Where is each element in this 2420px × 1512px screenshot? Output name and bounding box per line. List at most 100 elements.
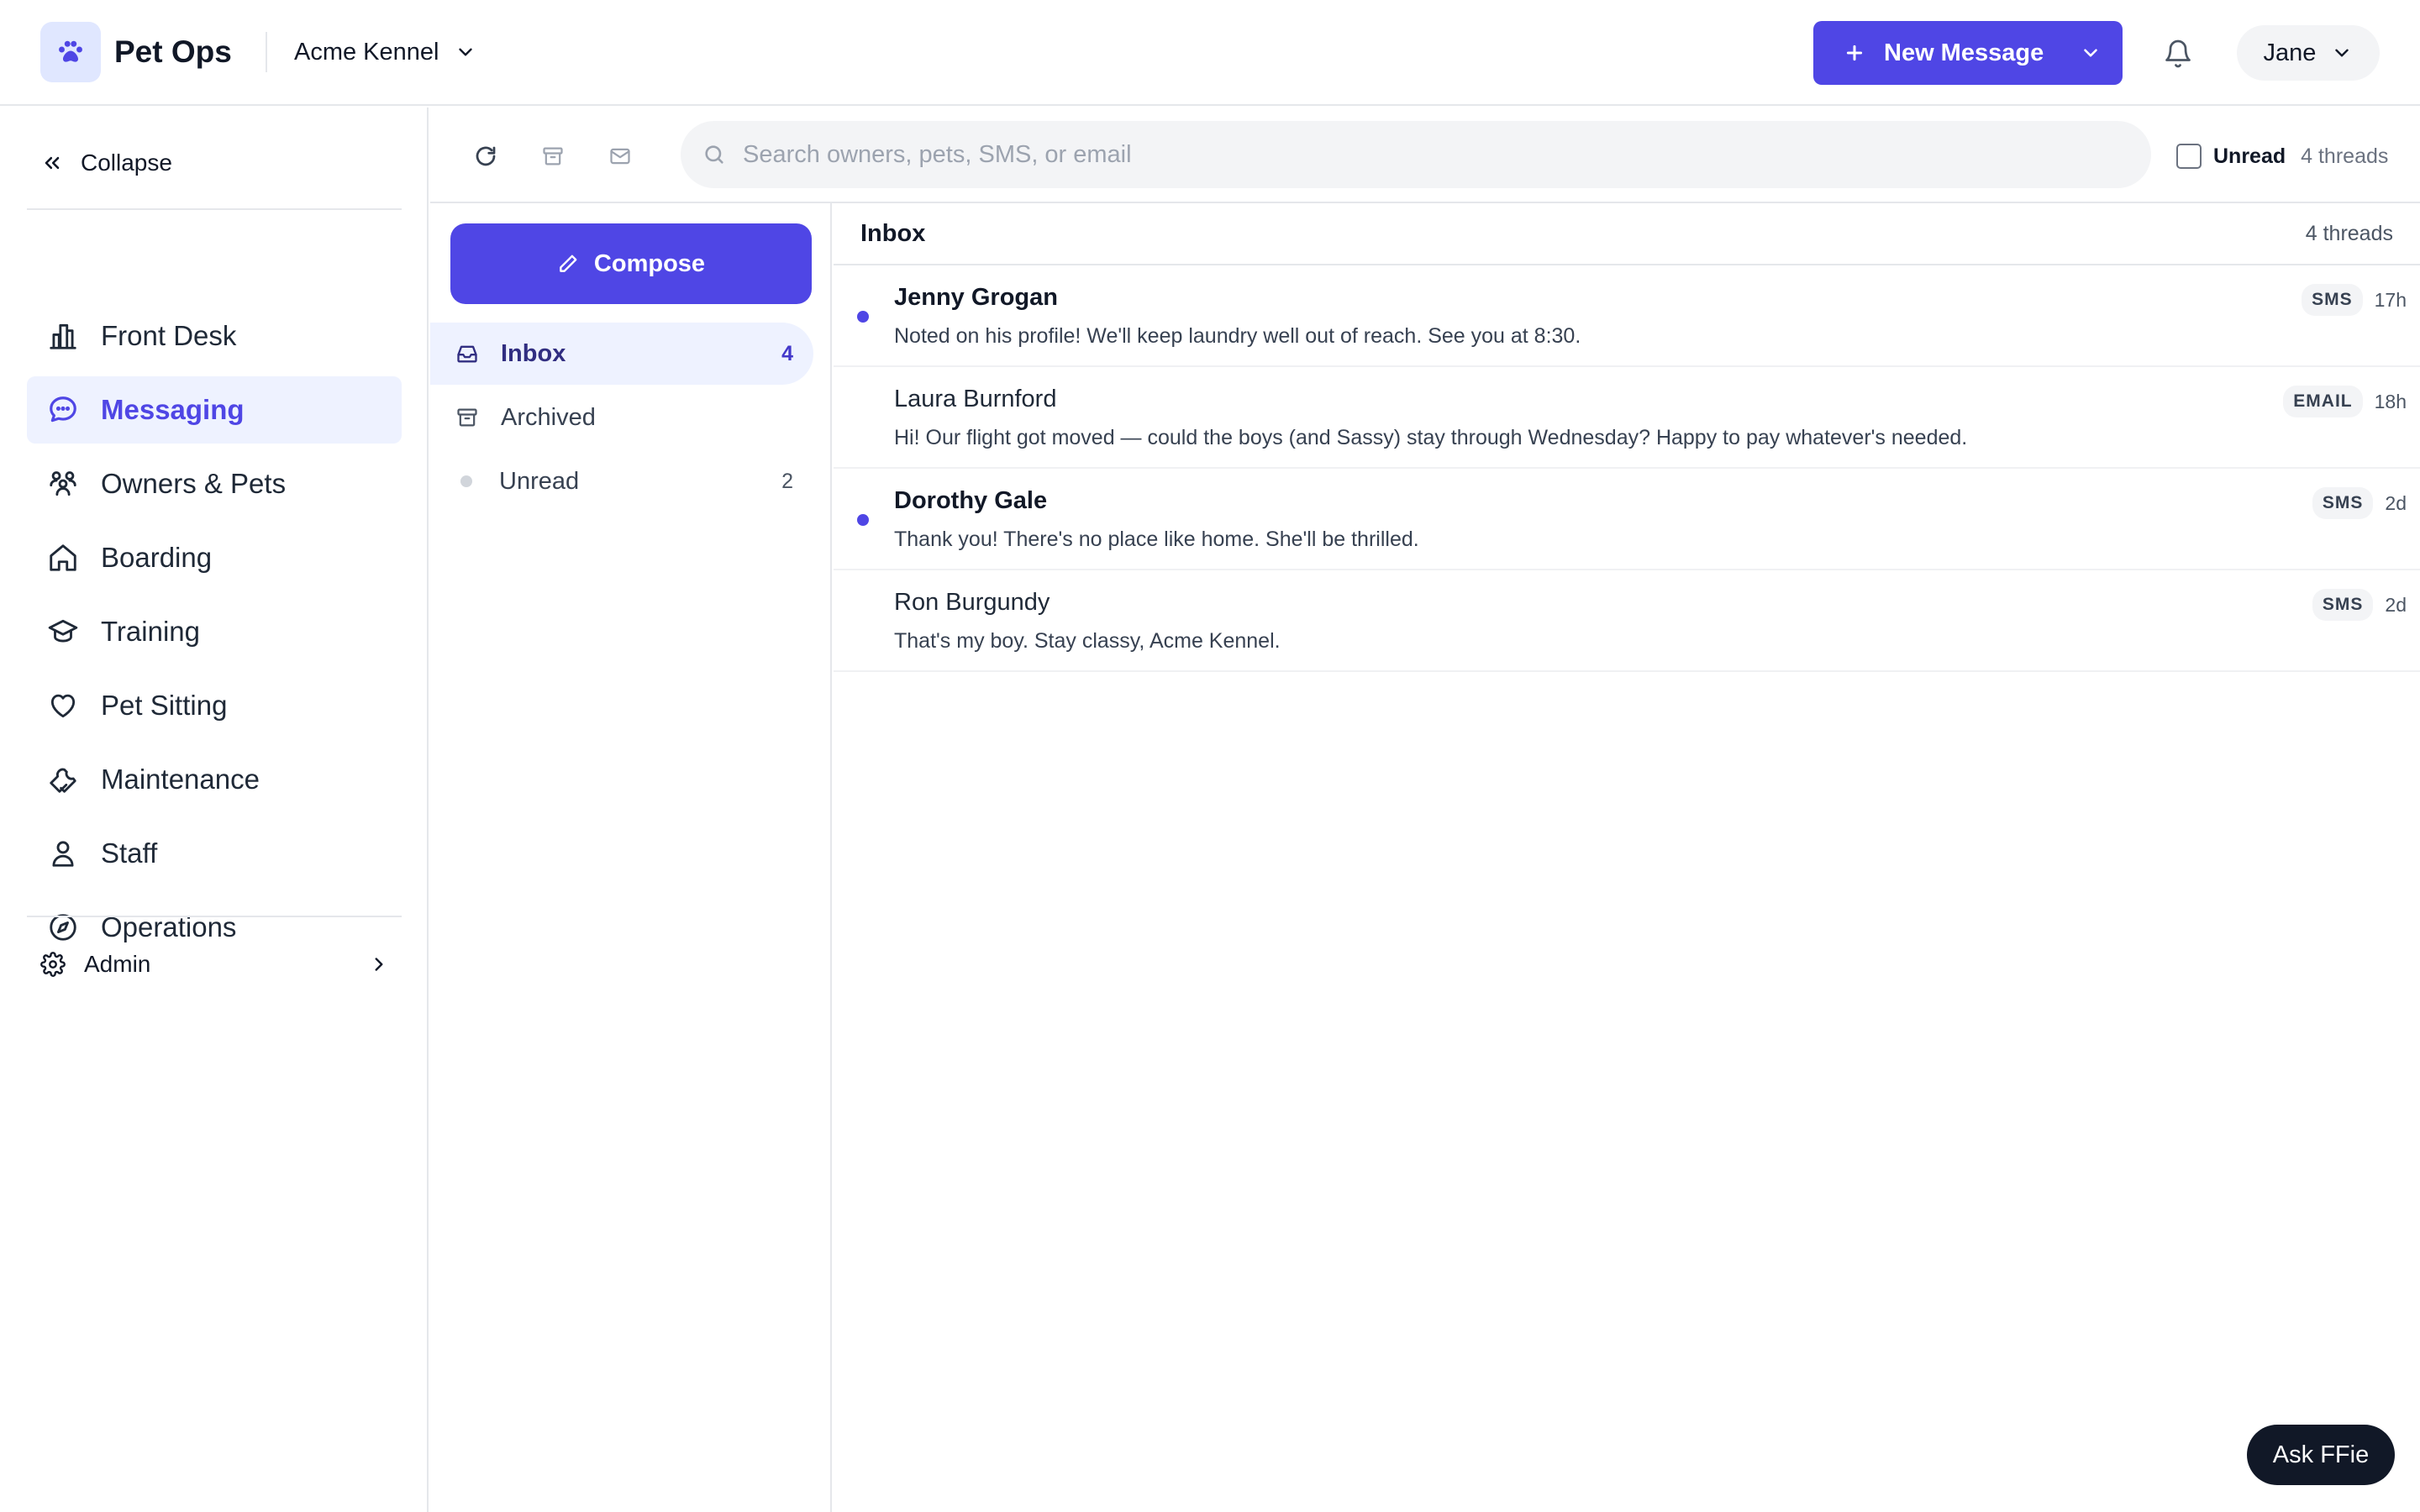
chevron-down-icon [2335,49,2349,57]
sidebar-item-admin[interactable]: Admin [40,941,390,988]
folder-label: Unread [499,467,580,495]
folder-unread[interactable]: Unread 2 [430,450,813,512]
app-logo[interactable] [40,22,101,82]
folder-panel: Compose Inbox 4 Archived Unread 2 [430,203,832,1512]
thread-meta: SMS 2d [2312,589,2407,621]
sidebar-item-pet-sitting[interactable]: Pet Sitting [27,672,402,739]
thread-count: 4 threads [2301,144,2389,168]
chat-bubble-icon [50,396,76,423]
thread-meta: SMS 17h [2302,284,2407,316]
new-message-label: New Message [1884,39,2044,66]
thread-time: 2d [2385,593,2407,616]
unread-filter-label: Unread [2213,144,2286,168]
sidebar-item-boarding[interactable]: Boarding [27,524,402,591]
sidebar-item-label: Owners & Pets [101,468,287,499]
sidebar-item-staff[interactable]: Staff [27,820,402,887]
thread-preview: That's my boy. Stay classy, Acme Kennel. [894,629,1281,653]
thread-row[interactable]: Ron Burgundy That's my boy. Stay classy,… [834,570,2420,672]
search-input[interactable] [743,140,2087,169]
thread-sender: Ron Burgundy [894,589,1050,616]
collapse-label: Collapse [81,150,172,176]
sidebar-item-label: Maintenance [101,764,260,795]
org-name: Acme Kennel [294,38,439,66]
sidebar-item-label: Front Desk [101,320,237,351]
sidebar-item-messaging[interactable]: Messaging [27,376,402,444]
user-name: Jane [2263,39,2317,66]
folder-inbox[interactable]: Inbox 4 [430,323,813,385]
sidebar-item-label: Staff [101,837,158,869]
unread-dot-icon [460,475,472,487]
paw-icon [59,40,82,62]
sidebar-divider [27,208,402,210]
header-divider [266,32,267,72]
unread-filter: Unread 4 threads [2176,139,2388,173]
collapse-sidebar-button[interactable]: Collapse [40,143,172,183]
new-message-dropdown-toggle[interactable] [2059,21,2123,85]
channel-badge: SMS [2302,284,2363,316]
refresh-icon [476,146,496,166]
thread-meta: EMAIL 18h [2283,386,2407,417]
mark-read-button[interactable] [602,138,639,175]
search-bar [681,121,2151,188]
search-icon [705,145,723,164]
plus-icon [1846,45,1863,61]
thread-row[interactable]: Jenny Grogan Noted on his profile! We'll… [834,265,2420,367]
thread-sender: Dorothy Gale [894,487,1048,514]
folder-count: 2 [781,469,793,493]
thread-preview: Thank you! There's no place like home. S… [894,528,1419,551]
building-icon [50,323,76,349]
sidebar-item-maintenance[interactable]: Maintenance [27,746,402,813]
chevrons-left-icon [45,156,60,170]
thread-sender: Jenny Grogan [894,284,1058,311]
sidebar-item-label: Messaging [101,394,245,425]
app-title: Pet Ops [114,34,232,69]
thread-time: 18h [2374,390,2407,412]
folder-archived[interactable]: Archived [430,386,813,449]
folder-count: 4 [781,341,793,365]
person-icon [52,841,74,867]
new-message-button[interactable]: New Message [1813,21,2059,85]
home-icon [50,544,76,571]
thread-row[interactable]: Dorothy Gale Thank you! There's no place… [834,469,2420,570]
compose-button[interactable]: Compose [450,223,812,304]
thread-preview: Hi! Our flight got moved — could the boy… [894,426,1968,449]
thread-time: 2d [2385,491,2407,514]
thread-list-title: Inbox [860,219,926,247]
channel-badge: SMS [2312,589,2374,621]
archive-icon [457,408,477,427]
thread-time: 17h [2374,288,2407,311]
sidebar: Collapse Front Desk Messaging Owners & P… [0,108,429,1512]
admin-label: Admin [84,951,151,977]
sidebar-item-training[interactable]: Training [27,598,402,665]
thread-sender: Laura Burnford [894,386,1057,412]
archive-button[interactable] [534,138,571,175]
ask-assistant-button[interactable]: Ask FFie [2247,1425,2395,1485]
new-message-button-group: New Message [1813,21,2123,85]
channel-badge: SMS [2312,487,2374,519]
heart-icon [50,694,76,718]
graduation-cap-icon [48,619,78,643]
pencil-icon [560,255,577,272]
sidebar-divider [27,916,402,917]
thread-list: Inbox 4 threads Jenny Grogan Noted on hi… [834,203,2420,1512]
compose-label: Compose [593,249,706,277]
chevron-down-icon [458,48,472,56]
bell-icon [2165,39,2191,68]
notifications-button[interactable] [2156,32,2200,76]
folder-label: Inbox [501,339,566,367]
org-switcher[interactable]: Acme Kennel [294,25,476,79]
unread-checkbox[interactable] [2176,144,2202,169]
sidebar-item-front-desk[interactable]: Front Desk [27,302,402,370]
sidebar-item-owners-pets[interactable]: Owners & Pets [27,450,402,517]
thread-list-header: Inbox 4 threads [834,203,2420,265]
gear-icon [40,952,66,977]
thread-row[interactable]: Laura Burnford Hi! Our flight got moved … [834,367,2420,469]
sidebar-item-label: Pet Sitting [101,690,228,721]
thread-meta: SMS 2d [2312,487,2407,519]
inbox-icon [457,345,477,363]
wrench-icon [50,768,76,793]
refresh-button[interactable] [467,138,504,175]
thread-list-count: 4 threads [2305,221,2393,245]
chevron-right-icon [375,958,383,971]
user-menu-button[interactable]: Jane [2237,25,2380,81]
